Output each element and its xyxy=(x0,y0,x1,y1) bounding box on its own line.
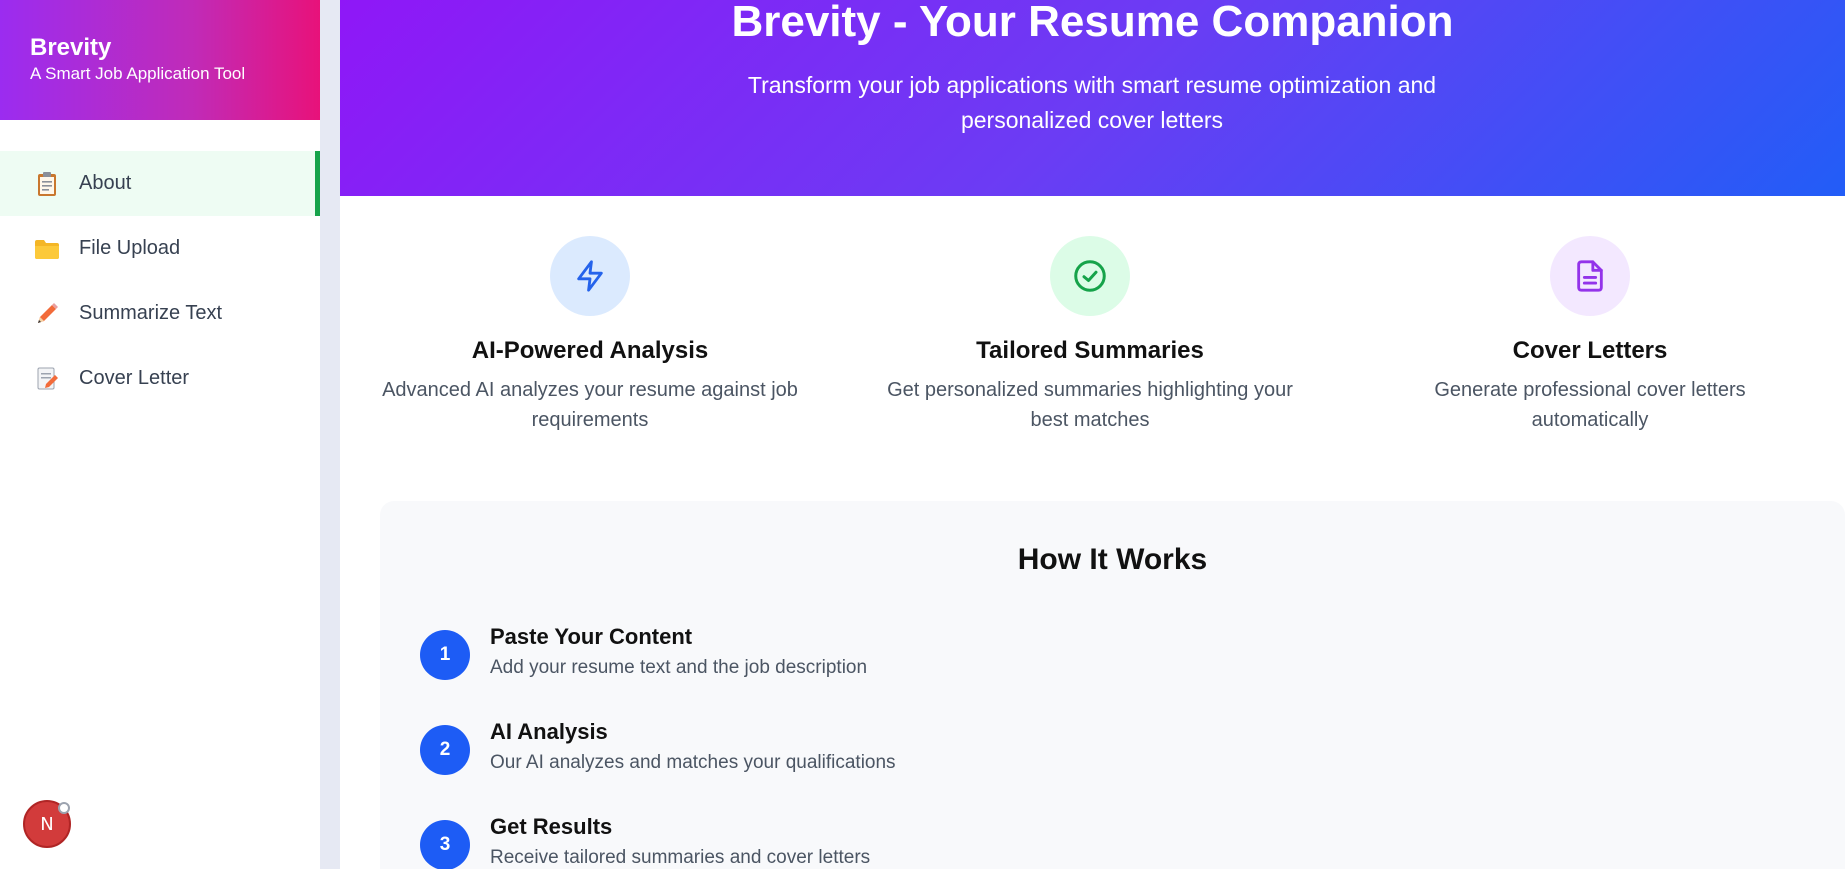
feature-desc: Advanced AI analyzes your resume against… xyxy=(382,379,798,431)
sidebar: Brevity A Smart Job Application Tool Abo… xyxy=(0,0,320,869)
sidebar-item-label: About xyxy=(79,172,132,194)
section-title: How It Works xyxy=(1017,543,1208,576)
sidebar-item-label: Summarize Text xyxy=(79,302,223,324)
step-desc: Add your resume text and the job descrip… xyxy=(490,657,868,678)
document-edit-icon xyxy=(34,366,60,392)
sidebar-item-summarize-text[interactable]: Summarize Text xyxy=(0,281,320,346)
brand-title: Brevity xyxy=(30,34,112,61)
step-number: 1 xyxy=(420,630,470,680)
avatar-status-dot xyxy=(58,802,70,814)
feature-desc: Generate professional cover letters auto… xyxy=(1434,379,1746,431)
folder-icon xyxy=(34,236,60,262)
hero-subtitle: Transform your job applications with sma… xyxy=(747,72,1437,133)
sidebar-item-file-upload[interactable]: File Upload xyxy=(0,216,320,281)
feature-desc: Get personalized summaries highlighting … xyxy=(887,379,1293,431)
brand-subtitle: A Smart Job Application Tool xyxy=(30,64,246,83)
step-title: Get Results xyxy=(490,814,613,839)
lightning-icon xyxy=(550,236,630,316)
step-item: 2 AI Analysis Our AI analyzes and matche… xyxy=(420,719,1320,789)
how-it-works-section: How It Works 1 Paste Your Content Add yo… xyxy=(380,501,1845,869)
feature-list: AI-Powered Analysis Advanced AI analyzes… xyxy=(340,236,1845,446)
file-text-icon xyxy=(1550,236,1630,316)
feature-title: Cover Letters xyxy=(1512,337,1668,364)
step-item: 3 Get Results Receive tailored summaries… xyxy=(420,814,1320,869)
sidebar-item-about[interactable]: About xyxy=(0,151,320,216)
sidebar-nav: About File Upload Summarize Text Cover L… xyxy=(0,151,320,411)
sidebar-item-cover-letter[interactable]: Cover Letter xyxy=(0,346,320,411)
main-content: Brevity - Your Resume Companion Transfor… xyxy=(340,0,1845,869)
clipboard-icon xyxy=(34,171,60,197)
sidebar-divider xyxy=(320,0,340,869)
feature-ai-analysis: AI-Powered Analysis Advanced AI analyzes… xyxy=(360,236,820,435)
page-title: Brevity - Your Resume Companion xyxy=(731,0,1454,46)
pencil-icon xyxy=(34,301,60,327)
step-desc: Receive tailored summaries and cover let… xyxy=(490,847,871,868)
sidebar-item-label: Cover Letter xyxy=(79,367,190,389)
step-number: 2 xyxy=(420,725,470,775)
sidebar-item-label: File Upload xyxy=(79,237,181,259)
feature-title: Tailored Summaries xyxy=(976,337,1204,364)
hero-banner: Brevity - Your Resume Companion Transfor… xyxy=(340,0,1845,196)
step-item: 1 Paste Your Content Add your resume tex… xyxy=(420,624,1320,694)
step-title: AI Analysis xyxy=(490,719,608,744)
feature-title: AI-Powered Analysis xyxy=(471,337,709,364)
feature-tailored-summaries: Tailored Summaries Get personalized summ… xyxy=(860,236,1320,435)
brand-header: Brevity A Smart Job Application Tool xyxy=(0,0,320,120)
step-number: 3 xyxy=(420,820,470,869)
feature-cover-letters: Cover Letters Generate professional cove… xyxy=(1360,236,1820,435)
step-title: Paste Your Content xyxy=(490,624,693,649)
avatar-initial: N xyxy=(40,813,54,835)
check-circle-icon xyxy=(1050,236,1130,316)
step-desc: Our AI analyzes and matches your qualifi… xyxy=(490,752,896,773)
